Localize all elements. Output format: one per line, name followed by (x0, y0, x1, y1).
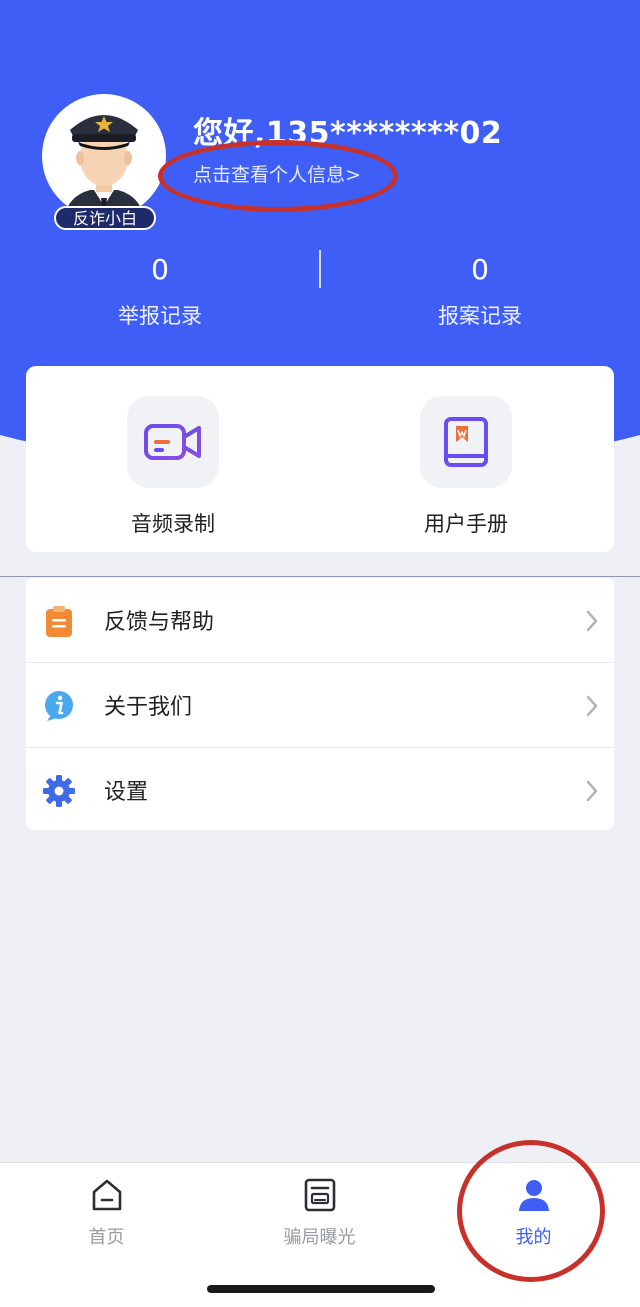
home-icon (89, 1179, 125, 1217)
info-icon (42, 689, 76, 723)
tab-label: 骗局曝光 (283, 1227, 356, 1248)
stat-value: 0 (471, 253, 489, 286)
tab-home[interactable]: 首页 (0, 1177, 213, 1249)
stat-value: 0 (151, 253, 169, 286)
menu-item-about-us[interactable]: 关于我们 (26, 663, 614, 748)
stat-label: 报案记录 (438, 304, 522, 328)
menu-item-feedback-help[interactable]: 反馈与帮助 (26, 578, 614, 663)
menu-item-label: 设置 (104, 780, 149, 805)
news-icon (302, 1178, 338, 1217)
menu-item-settings[interactable]: 设置 (26, 748, 614, 830)
clipboard-icon (42, 604, 76, 638)
gear-icon (42, 774, 76, 808)
annotation-ring-profile (158, 140, 398, 212)
audio-record-button[interactable]: 音频录制 (73, 396, 273, 538)
menu-list: 反馈与帮助 关于我们 设置 (26, 578, 614, 830)
chevron-right-icon (586, 780, 598, 806)
annotation-ring-mine-tab (457, 1140, 605, 1282)
home-indicator (207, 1285, 435, 1293)
chevron-right-icon (586, 695, 598, 721)
user-manual-button[interactable]: 用户手册 (366, 396, 566, 538)
menu-item-label: 关于我们 (104, 695, 193, 720)
feature-label: 用户手册 (424, 512, 508, 536)
avatar-image (42, 94, 166, 218)
menu-item-label: 反馈与帮助 (104, 610, 215, 635)
video-camera-icon (127, 396, 219, 488)
stat-label: 举报记录 (118, 304, 202, 328)
book-icon (420, 396, 512, 488)
stat-case-records[interactable]: 0 报案记录 (320, 252, 640, 330)
avatar[interactable]: 反诈小白 (42, 94, 170, 230)
section-divider (0, 576, 640, 577)
tab-scam-exposure[interactable]: 骗局曝光 (213, 1177, 426, 1249)
feature-label: 音频录制 (131, 512, 215, 536)
user-level-badge: 反诈小白 (54, 206, 156, 230)
feature-card: 音频录制 用户手册 (26, 366, 614, 552)
stat-report-records[interactable]: 0 举报记录 (0, 252, 320, 330)
chevron-right-icon (586, 610, 598, 636)
tab-label: 首页 (88, 1227, 125, 1248)
